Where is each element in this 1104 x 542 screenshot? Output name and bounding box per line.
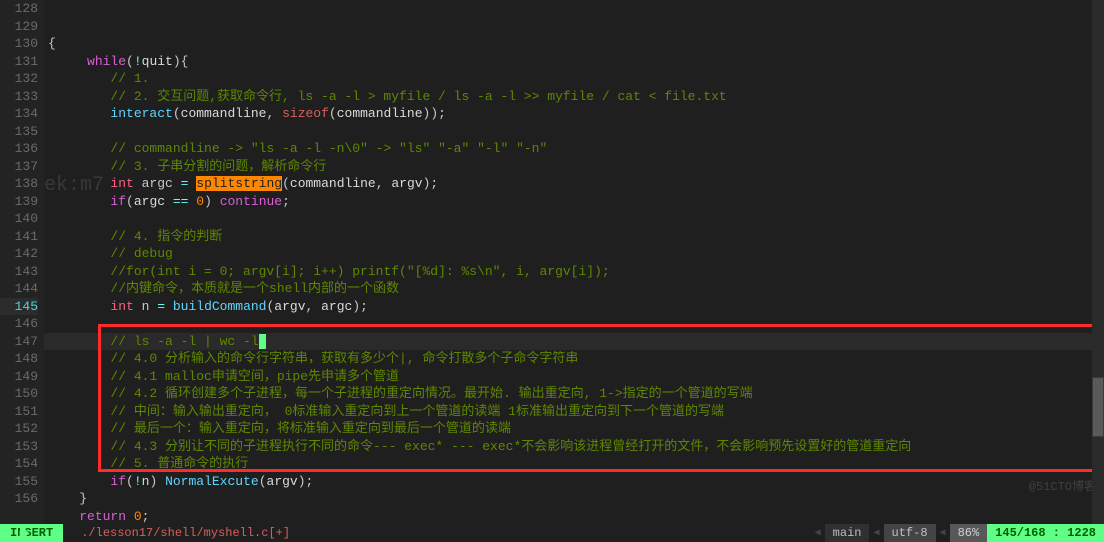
code-line[interactable]: { <box>44 35 1104 53</box>
code-line[interactable]: // 最后一个：输入重定向，将标准输入重定向到最后一个管道的读端 <box>44 420 1104 438</box>
vertical-scrollbar-track[interactable] <box>1092 0 1104 524</box>
cursor-position: 145/168 : 1228 <box>987 524 1104 542</box>
line-number: 138 <box>0 175 38 193</box>
line-number: 140 <box>0 210 38 228</box>
code-line[interactable]: int n = buildCommand(argv, argc); <box>44 298 1104 316</box>
code-line[interactable]: // 4.3 分别让不同的子进程执行不同的命令--- exec* --- exe… <box>44 438 1104 456</box>
line-number: 133 <box>0 88 38 106</box>
code-line[interactable]: // 3. 子串分割的问题，解析命令行 <box>44 158 1104 176</box>
line-number-gutter: 1281291301311321331341351361371381391401… <box>0 0 44 524</box>
line-number: 146 <box>0 315 38 333</box>
code-line[interactable]: // 4.2 循环创建多个子进程，每一个子进程的重定向情况。最开始. 输出重定向… <box>44 385 1104 403</box>
status-bar: INSERT ./lesson17/shell/myshell.c[+] ◀ m… <box>0 524 1104 542</box>
line-number: 145 <box>0 298 38 316</box>
code-line[interactable]: return 0; <box>44 508 1104 525</box>
line-number: 147 <box>0 333 38 351</box>
code-line[interactable]: // 1. <box>44 70 1104 88</box>
line-number: 154 <box>0 455 38 473</box>
line-number: 142 <box>0 245 38 263</box>
code-line[interactable]: // 2. 交互问题,获取命令行, ls -a -l > myfile / ls… <box>44 88 1104 106</box>
chevron-left-icon: ◀ <box>811 527 825 539</box>
code-line[interactable]: // ls -a -l | wc -l <box>44 333 1104 351</box>
code-line[interactable]: while(!quit){ <box>44 53 1104 71</box>
chevron-left-icon: ◀ <box>936 527 950 539</box>
code-line[interactable]: // commandline -> "ls -a -l -n\0" -> "ls… <box>44 140 1104 158</box>
code-line[interactable]: // debug <box>44 245 1104 263</box>
line-number: 148 <box>0 350 38 368</box>
line-number: 151 <box>0 403 38 421</box>
line-number: 129 <box>0 18 38 36</box>
chevron-left-icon: ◀ <box>869 527 883 539</box>
line-number: 156 <box>0 490 38 508</box>
code-line[interactable]: } <box>44 490 1104 508</box>
code-line[interactable]: // 4. 指令的判断 <box>44 228 1104 246</box>
line-number: 135 <box>0 123 38 141</box>
line-number: 131 <box>0 53 38 71</box>
code-line[interactable] <box>44 210 1104 228</box>
code-line[interactable]: //for(int i = 0; argv[i]; i++) printf("[… <box>44 263 1104 281</box>
line-number: 139 <box>0 193 38 211</box>
line-number: 134 <box>0 105 38 123</box>
line-number: 141 <box>0 228 38 246</box>
line-number: 144 <box>0 280 38 298</box>
code-line[interactable]: // 4.0 分析输入的命令行字符串，获取有多少个|, 命令打散多个子命令字符串 <box>44 350 1104 368</box>
code-line[interactable]: //内键命令，本质就是一个shell内部的一个函数 <box>44 280 1104 298</box>
code-line[interactable]: // 4.1 malloc申请空间，pipe先申请多个管道 <box>44 368 1104 386</box>
line-number: 150 <box>0 385 38 403</box>
line-number: 155 <box>0 473 38 491</box>
line-number: 128 <box>0 0 38 18</box>
code-line[interactable]: int argc = splitstring(commandline, argv… <box>44 175 1104 193</box>
file-encoding: utf-8 <box>884 524 936 542</box>
code-line[interactable] <box>44 315 1104 333</box>
line-number: 137 <box>0 158 38 176</box>
line-number: 143 <box>0 263 38 281</box>
code-line[interactable]: interact(commandline, sizeof(commandline… <box>44 105 1104 123</box>
code-line[interactable]: // 5. 普通命令的执行 <box>44 455 1104 473</box>
line-number: 153 <box>0 438 38 456</box>
code-line[interactable]: // 中间：输入输出重定向， 0标准输入重定向到上一个管道的读端 1标准输出重定… <box>44 403 1104 421</box>
code-line[interactable]: if(argc == 0) continue; <box>44 193 1104 211</box>
scroll-percent: 86% <box>950 524 988 542</box>
line-number: 149 <box>0 368 38 386</box>
line-number: 130 <box>0 35 38 53</box>
line-number: 136 <box>0 140 38 158</box>
file-path: ./lesson17/shell/myshell.c[+] <box>81 526 290 540</box>
code-line[interactable]: if(!n) NormalExcute(argv); <box>44 473 1104 491</box>
code-line[interactable] <box>44 123 1104 141</box>
line-number: 152 <box>0 420 38 438</box>
vertical-scrollbar-thumb[interactable] <box>1092 377 1104 437</box>
vim-mode-indicator: INSERT <box>0 524 63 542</box>
line-number: 132 <box>0 70 38 88</box>
code-content[interactable]: { while(!quit){ // 1. // 2. 交互问题,获取命令行, … <box>44 0 1104 524</box>
git-branch: main <box>825 524 870 542</box>
